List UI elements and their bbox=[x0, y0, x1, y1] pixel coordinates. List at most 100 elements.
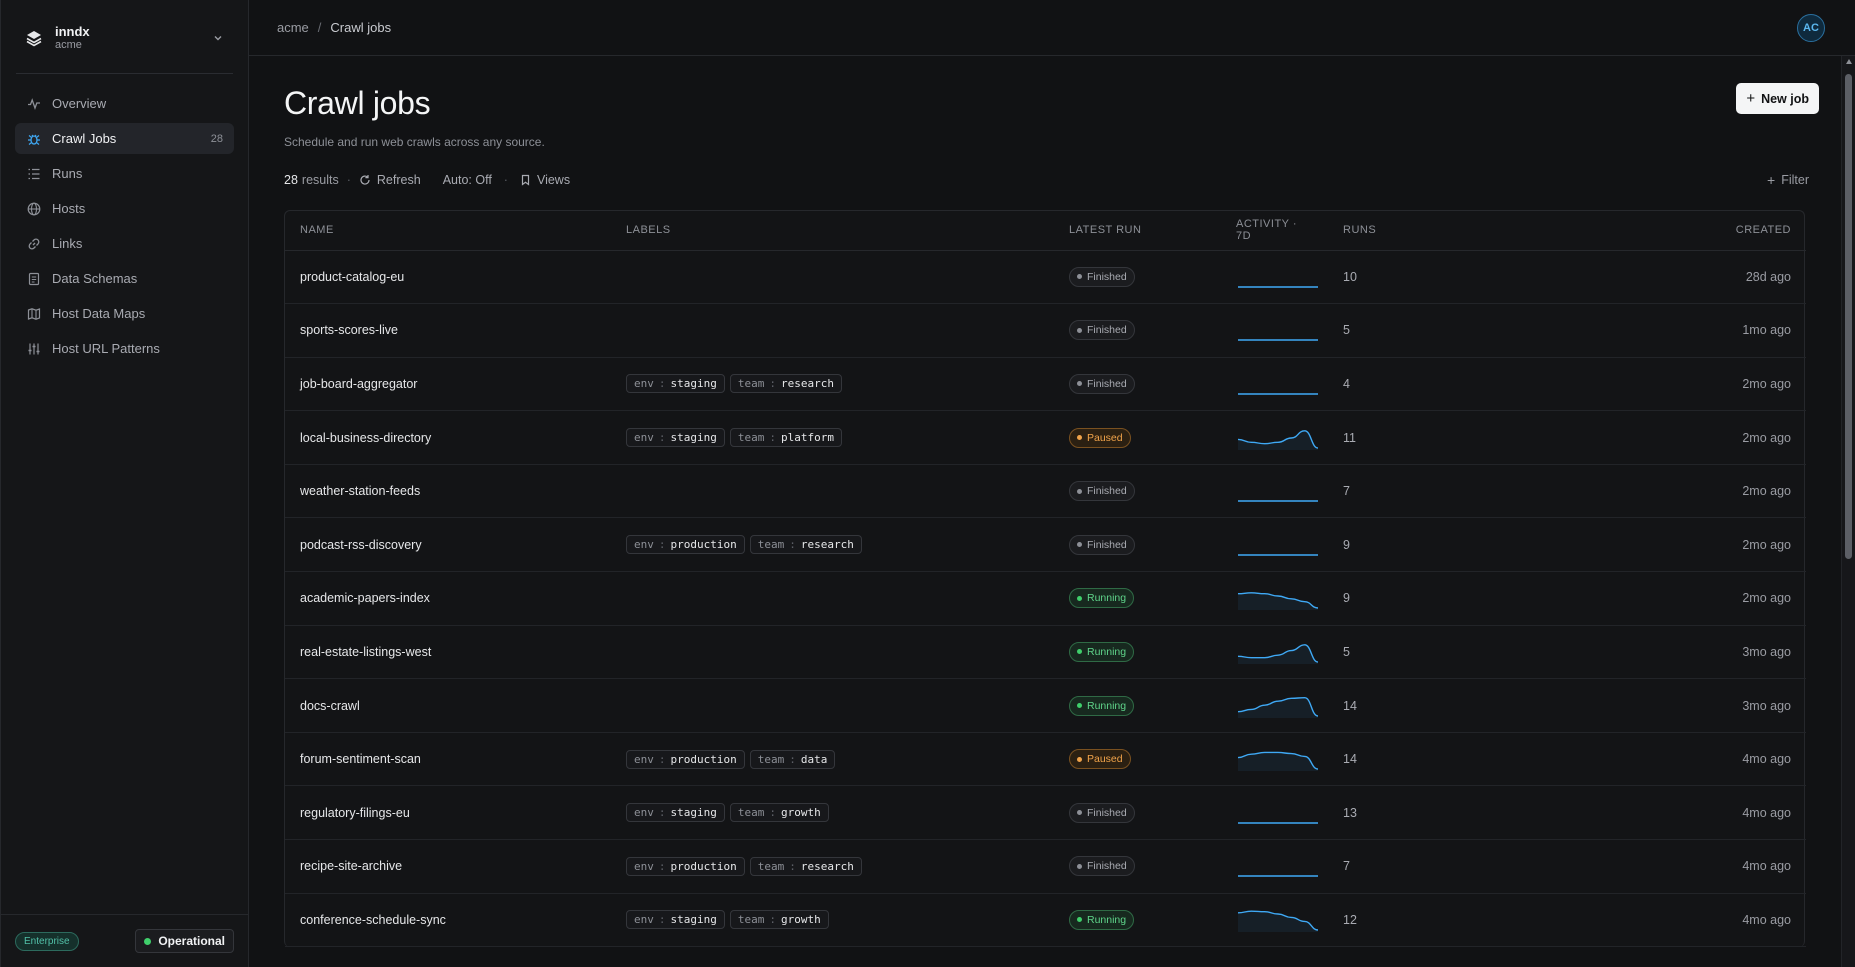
label-chip[interactable]: team: platform bbox=[729, 428, 842, 448]
new-job-button[interactable]: + New job bbox=[1736, 83, 1819, 114]
label-chip[interactable]: team: research bbox=[729, 374, 842, 394]
sparkline-area bbox=[1238, 644, 1318, 664]
job-name[interactable]: real-estate-listings-west bbox=[285, 625, 611, 680]
column-latest-run-header[interactable]: LATEST RUN bbox=[1054, 211, 1221, 251]
label-chip[interactable]: team: growth bbox=[729, 910, 829, 930]
workspace-switcher[interactable]: inndx acme bbox=[1, 0, 248, 56]
job-labels: env: production team: research bbox=[611, 517, 1054, 573]
table-row[interactable]: regulatory-filings-eu env: staging team: gro… bbox=[285, 785, 1806, 841]
table-row[interactable]: recipe-site-archive env: production team: re… bbox=[285, 839, 1806, 894]
table-row[interactable]: sports-scores-live Finished 5 1mo ago bbox=[285, 303, 1806, 358]
job-activity bbox=[1221, 571, 1328, 626]
label-chip[interactable]: team: growth bbox=[729, 803, 829, 823]
job-name[interactable]: recipe-site-archive bbox=[285, 839, 611, 894]
job-name[interactable]: podcast-rss-discovery bbox=[285, 517, 611, 573]
job-name[interactable]: academic-papers-index bbox=[285, 571, 611, 626]
job-name[interactable]: sports-scores-live bbox=[285, 303, 611, 358]
label-value: production bbox=[670, 752, 737, 766]
label-chip[interactable]: env: production bbox=[626, 535, 745, 555]
breadcrumb-root[interactable]: acme bbox=[277, 20, 309, 35]
label-chip[interactable]: env: production bbox=[626, 856, 745, 876]
job-activity bbox=[1221, 839, 1328, 894]
job-name[interactable]: job-board-aggregator bbox=[285, 357, 611, 412]
status-badge: Finished bbox=[1069, 481, 1135, 502]
label-chip[interactable]: env: staging bbox=[626, 374, 725, 394]
sidebar-item-host-data-maps[interactable]: Host Data Maps bbox=[15, 298, 234, 329]
job-created: 4mo ago bbox=[1448, 839, 1806, 894]
label-chip[interactable]: team: research bbox=[749, 856, 862, 876]
activity-icon bbox=[26, 96, 42, 112]
job-labels: env: production team: data bbox=[611, 732, 1054, 787]
status-dot-icon bbox=[1077, 810, 1082, 816]
label-chip[interactable]: env: staging bbox=[626, 428, 725, 448]
job-latest-run: Running bbox=[1054, 678, 1221, 733]
sidebar-item-data-schemas[interactable]: Data Schemas bbox=[15, 263, 234, 294]
sidebar-item-runs[interactable]: Runs bbox=[15, 158, 234, 189]
sidebar-item-label: Hosts bbox=[52, 201, 86, 216]
label-chip[interactable]: env: staging bbox=[626, 803, 725, 823]
status-dot-icon bbox=[1077, 488, 1082, 494]
refresh-button[interactable]: Refresh bbox=[359, 173, 421, 187]
job-created: 2mo ago bbox=[1448, 571, 1806, 626]
status-label: Finished bbox=[1087, 324, 1127, 337]
activity-sparkline bbox=[1237, 592, 1319, 611]
label-key: team bbox=[737, 913, 765, 927]
label-value: research bbox=[780, 377, 834, 391]
job-activity bbox=[1221, 250, 1328, 305]
sidebar-item-overview[interactable]: Overview bbox=[15, 88, 234, 119]
column-created-header[interactable]: CREATED bbox=[1448, 211, 1806, 251]
filter-button[interactable]: + Filter bbox=[1767, 172, 1809, 188]
vertical-scrollbar[interactable] bbox=[1841, 56, 1855, 967]
scrollbar-thumb[interactable] bbox=[1845, 74, 1852, 559]
column-name-header[interactable]: NAME bbox=[285, 211, 611, 251]
table-row[interactable]: docs-crawl Running 14 3mo ago bbox=[285, 678, 1806, 733]
sidebar-item-host-url-patterns[interactable]: Host URL Patterns bbox=[15, 333, 234, 364]
table-row[interactable]: forum-sentiment-scan env: production team: d… bbox=[285, 732, 1806, 787]
table-row[interactable]: local-business-directory env: staging team:… bbox=[285, 410, 1806, 465]
table-row[interactable]: academic-papers-index Running 9 2mo ago bbox=[285, 571, 1806, 626]
label-chip[interactable]: env: staging bbox=[626, 910, 725, 930]
label-chip[interactable]: team: data bbox=[749, 749, 836, 769]
job-runs: 7 bbox=[1328, 839, 1448, 894]
job-created: 28d ago bbox=[1448, 250, 1806, 305]
toolbar-separator: · bbox=[503, 173, 508, 187]
job-name[interactable]: weather-station-feeds bbox=[285, 464, 611, 519]
job-activity bbox=[1221, 893, 1328, 948]
column-runs-header[interactable]: RUNS bbox=[1328, 211, 1448, 251]
table-row[interactable]: conference-schedule-sync env: staging team:… bbox=[285, 893, 1806, 948]
sidebar-item-hosts[interactable]: Hosts bbox=[15, 193, 234, 224]
activity-sparkline bbox=[1237, 696, 1319, 718]
sidebar-item-crawl-jobs[interactable]: Crawl Jobs 28 bbox=[15, 123, 234, 154]
status-badge: Paused bbox=[1069, 749, 1131, 770]
column-activity-header[interactable]: ACTIVITY · 7D bbox=[1221, 211, 1328, 251]
sidebar-item-count: 28 bbox=[210, 132, 223, 145]
job-runs: 14 bbox=[1328, 732, 1448, 787]
job-runs: 7 bbox=[1328, 464, 1448, 519]
label-chip[interactable]: team: research bbox=[749, 535, 862, 555]
views-button[interactable]: Views bbox=[520, 173, 570, 187]
table-row[interactable]: weather-station-feeds Finished 7 2mo ago bbox=[285, 464, 1806, 519]
column-labels-header[interactable]: LABELS bbox=[611, 211, 1054, 251]
table-row[interactable]: podcast-rss-discovery env: production team:… bbox=[285, 517, 1806, 573]
table-row[interactable]: job-board-aggregator env: staging team: rese… bbox=[285, 357, 1806, 412]
auto-refresh-toggle[interactable]: Auto: Off bbox=[443, 173, 492, 187]
sidebar-item-links[interactable]: Links bbox=[15, 228, 234, 259]
scroll-up-arrow-icon[interactable] bbox=[1846, 59, 1852, 64]
user-avatar[interactable]: AC bbox=[1797, 14, 1825, 42]
job-name[interactable]: local-business-directory bbox=[285, 410, 611, 465]
job-activity bbox=[1221, 732, 1328, 787]
job-name[interactable]: conference-schedule-sync bbox=[285, 893, 611, 948]
system-status[interactable]: Operational bbox=[135, 929, 234, 953]
label-separator: : bbox=[658, 752, 666, 766]
job-latest-run: Running bbox=[1054, 625, 1221, 680]
job-name[interactable]: forum-sentiment-scan bbox=[285, 732, 611, 787]
job-name[interactable]: product-catalog-eu bbox=[285, 250, 611, 305]
job-created: 4mo ago bbox=[1448, 785, 1806, 841]
label-chip[interactable]: env: production bbox=[626, 749, 745, 769]
table-row[interactable]: real-estate-listings-west Running 5 3mo ago bbox=[285, 625, 1806, 680]
table-row[interactable]: product-catalog-eu Finished 10 28d ago bbox=[285, 250, 1806, 305]
job-activity bbox=[1221, 785, 1328, 841]
views-label: Views bbox=[536, 173, 571, 187]
job-name[interactable]: docs-crawl bbox=[285, 678, 611, 733]
job-name[interactable]: regulatory-filings-eu bbox=[285, 785, 611, 841]
